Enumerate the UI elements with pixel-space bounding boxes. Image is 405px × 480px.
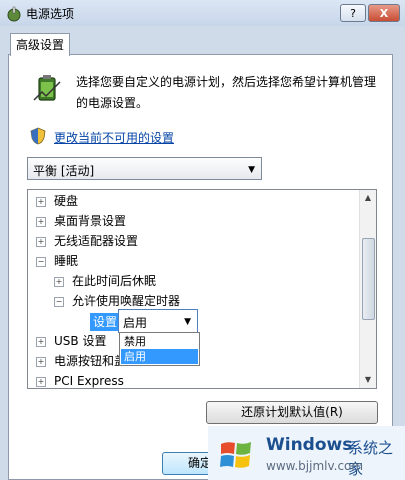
tree-item[interactable]: + 电源按钮和盖 [36,351,126,371]
setting-dropdown-list[interactable]: 禁用 启用 [119,332,200,366]
tree-item[interactable]: + 桌面背景设置 [36,211,126,231]
expand-icon[interactable]: + [36,376,46,387]
tree-item-label: 允许使用唤醒定时器 [72,294,181,308]
expand-icon[interactable]: + [36,236,46,247]
expand-icon[interactable]: + [36,336,46,347]
tree-item[interactable]: − 允许使用唤醒定时器 [54,291,180,311]
battery-icon [33,75,61,101]
watermark-brand: Windows [266,435,353,455]
setting-label: 设置 [90,313,121,331]
dropdown-option-enable[interactable]: 启用 [121,349,198,364]
watermark: Windows 系统之家 www.bjjmlv.com [208,426,405,480]
tree-item-label: USB 设置 [54,334,107,348]
tree-item-label: 桌面背景设置 [54,214,127,228]
chevron-down-icon: ▼ [248,165,255,175]
tree-item[interactable]: + USB 设置 [36,331,106,351]
expand-icon[interactable]: + [36,216,46,227]
collapse-icon[interactable]: − [54,296,64,307]
setting-value: 启用 [123,316,148,330]
tree-item-label: PCI Express [54,374,124,388]
close-button[interactable]: X [368,4,400,22]
description-text: 选择您要自定义的电源计划，然后选择您希望计算机管理的电源设置。 [76,75,377,110]
title-bar: 电源选项 ? X [0,0,405,26]
scroll-down-icon[interactable]: ▼ [360,372,376,388]
restore-defaults-button[interactable]: 还原计划默认值(R) [206,401,378,424]
tree-item-label: 在此时间后休眠 [72,274,157,288]
scrollbar-thumb[interactable] [362,238,375,320]
uac-shield-icon [30,127,46,145]
watermark-url: www.bjjmlv.com [266,459,364,473]
dropdown-option-disable[interactable]: 禁用 [121,334,198,349]
tree-item-label: 睡眠 [54,254,79,268]
expand-icon[interactable]: + [36,356,46,367]
tree-item-label: 无线适配器设置 [54,234,139,248]
vertical-scrollbar[interactable]: ▲ ▼ [359,190,376,388]
collapse-icon[interactable]: − [36,256,46,267]
tree-item[interactable]: + PCI Express [36,371,124,388]
tree-item-label: 电源按钮和盖 [54,354,127,368]
tab-advanced-settings[interactable]: 高级设置 [10,33,70,56]
windows-logo-icon [220,442,251,468]
expand-icon[interactable]: + [54,276,64,287]
power-options-icon [7,6,21,22]
settings-tree[interactable]: + 硬盘 + 桌面背景设置 + 无线适配器设置 − 睡眠 + 在此时间后休眠 − 允许使用唤… [27,189,377,389]
tree-item[interactable]: + 无线适配器设置 [36,231,138,251]
setting-value-select[interactable]: 启用 ▼ [118,309,198,333]
tree-item[interactable]: + 在此时间后休眠 [54,271,156,291]
power-plan-select[interactable]: 平衡 [活动] ▼ [27,157,262,180]
tree-item[interactable]: − 睡眠 [36,251,78,271]
scroll-up-icon[interactable]: ▲ [360,190,376,206]
change-unavailable-settings-link[interactable]: 更改当前不可用的设置 [54,129,174,146]
help-button[interactable]: ? [340,4,366,22]
expand-icon[interactable]: + [36,196,46,207]
power-plan-value: 平衡 [活动] [33,164,95,178]
tree-item[interactable]: + 硬盘 [36,191,78,211]
window-title: 电源选项 [26,7,75,21]
chevron-down-icon: ▼ [184,317,191,327]
tree-item-label: 硬盘 [54,194,79,208]
